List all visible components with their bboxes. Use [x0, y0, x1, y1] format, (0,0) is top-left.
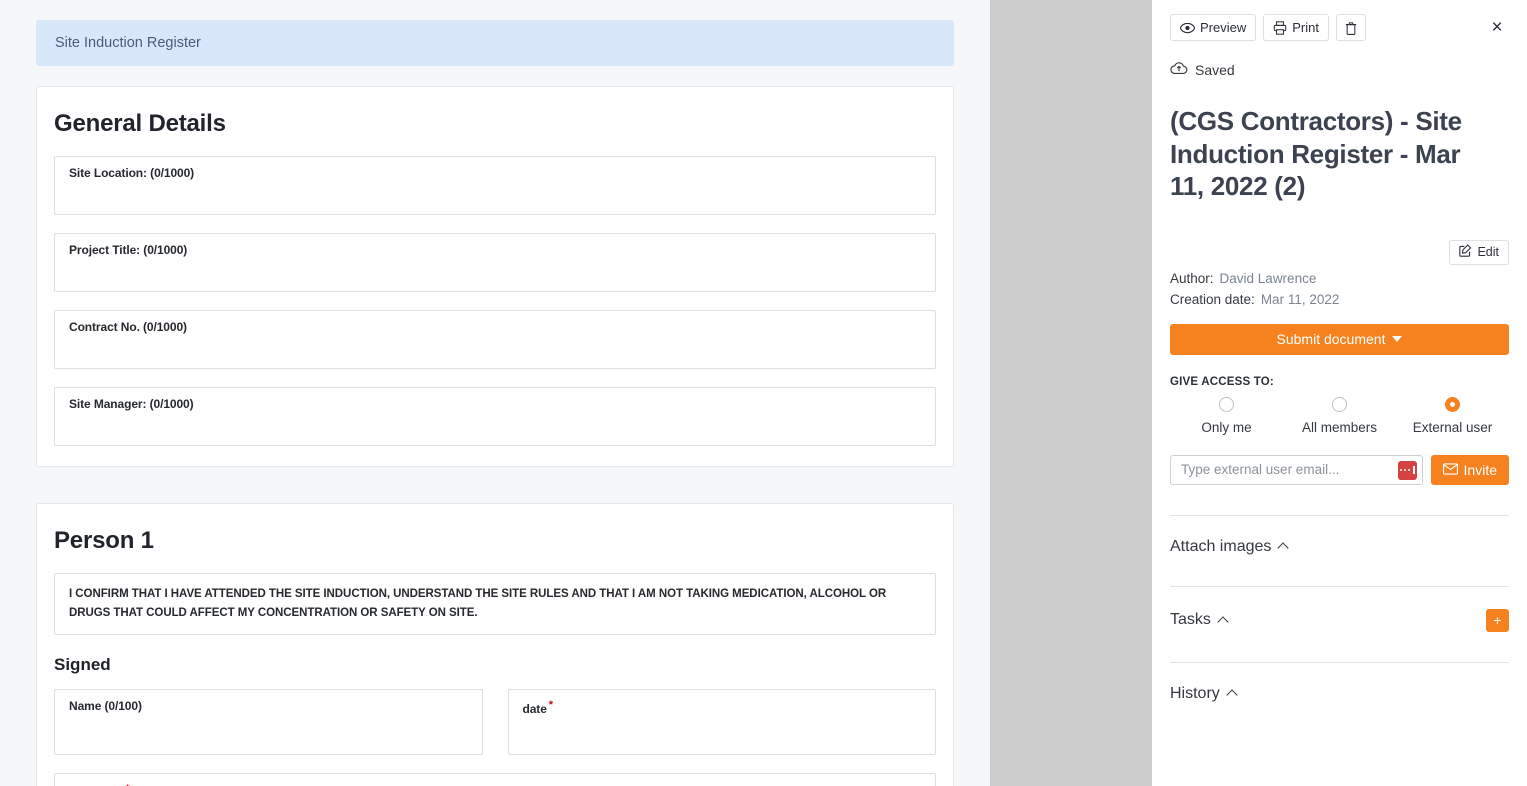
- give-access-label: GIVE ACCESS TO:: [1170, 375, 1274, 388]
- radio-external-user-icon: [1445, 396, 1460, 412]
- field-site-manager[interactable]: Site Manager: (0/1000): [54, 387, 936, 446]
- field-site-manager-label: Site Manager: (0/1000): [69, 397, 194, 411]
- field-site-location[interactable]: Site Location: (0/1000): [54, 156, 936, 215]
- person-1-heading: Person 1: [54, 527, 154, 554]
- access-radio-group: Only me All members External user: [1170, 396, 1509, 435]
- section-tasks: Tasks +: [1170, 585, 1509, 632]
- signed-fields-row: Name (0/100) date *: [54, 689, 936, 773]
- field-contract-no[interactable]: Contract No. (0/1000): [54, 310, 936, 369]
- chevron-up-icon: [1217, 615, 1229, 628]
- external-email-wrapper: [1170, 454, 1423, 485]
- edit-button-label: Edit: [1477, 245, 1499, 259]
- chevron-down-icon: [1392, 336, 1403, 342]
- section-attach-images-title: Attach images: [1170, 537, 1272, 555]
- field-site-location-label: Site Location: (0/1000): [69, 166, 195, 180]
- delete-button[interactable]: [1335, 14, 1366, 41]
- field-contract-no-label: Contract No. (0/1000): [69, 320, 187, 334]
- author-label: Author:: [1170, 270, 1214, 286]
- radio-only-me[interactable]: Only me: [1170, 396, 1283, 435]
- invite-button-label: Invite: [1463, 461, 1497, 478]
- envelope-icon: [1442, 462, 1458, 478]
- external-email-input[interactable]: [1171, 455, 1422, 484]
- edit-row: Edit: [1170, 239, 1509, 265]
- person-1-card: Person 1 I CONFIRM THAT I HAVE ATTENDED …: [36, 503, 954, 786]
- add-task-button[interactable]: +: [1486, 608, 1509, 632]
- radio-only-me-label: Only me: [1201, 419, 1252, 435]
- radio-all-members-label: All members: [1301, 419, 1377, 435]
- modal-backdrop[interactable]: [990, 0, 1152, 786]
- field-date-label: date *: [522, 699, 554, 717]
- field-project-title[interactable]: Project Title: (0/1000): [54, 233, 936, 292]
- close-panel-button[interactable]: ×: [1485, 14, 1509, 40]
- document-banner: Site Induction Register: [36, 20, 954, 66]
- invite-button[interactable]: Invite: [1430, 454, 1509, 485]
- plus-icon: +: [1493, 612, 1502, 628]
- document-title: (CGS Contractors) - Site Induction Regis…: [1170, 106, 1462, 201]
- save-status-label: Saved: [1195, 61, 1235, 78]
- section-attach-images-toggle[interactable]: Attach images: [1170, 537, 1290, 556]
- close-icon: ×: [1491, 16, 1503, 38]
- password-manager-icon[interactable]: [1397, 460, 1417, 480]
- signed-heading: Signed: [54, 655, 111, 675]
- printer-icon: [1273, 20, 1287, 35]
- submit-document-button[interactable]: Submit document: [1170, 323, 1509, 355]
- document-form-area: Site Induction Register General Details …: [0, 0, 990, 786]
- chevron-up-icon: [1277, 542, 1290, 554]
- section-history-toggle[interactable]: History: [1170, 684, 1238, 703]
- section-attach-images: Attach images: [1170, 514, 1509, 556]
- cloud-upload-icon: [1170, 61, 1188, 78]
- app-root: Site Induction Register General Details …: [0, 0, 1527, 786]
- field-date[interactable]: date *: [507, 689, 936, 756]
- author-row: Author: David Lawrence: [1170, 271, 1509, 286]
- field-name-label: Name (0/100): [69, 699, 142, 714]
- preview-button-label: Preview: [1200, 20, 1247, 35]
- submit-document-label: Submit document: [1276, 331, 1386, 347]
- radio-only-me-icon: [1219, 396, 1234, 412]
- preview-button[interactable]: Preview: [1170, 14, 1257, 41]
- radio-all-members[interactable]: All members: [1283, 396, 1396, 435]
- creation-date-row: Creation date: Mar 11, 2022: [1170, 292, 1509, 307]
- document-details-panel: Preview Print × Saved (CGS Contractors) …: [1152, 0, 1527, 786]
- save-status: Saved: [1170, 61, 1509, 78]
- section-history-title: History: [1170, 684, 1220, 702]
- section-tasks-title: Tasks: [1170, 611, 1211, 628]
- pencil-square-icon: [1459, 244, 1472, 260]
- author-value: David Lawrence: [1219, 270, 1317, 286]
- confirmation-statement-text: I CONFIRM THAT I HAVE ATTENDED THE SITE …: [69, 588, 887, 619]
- trash-icon: [1345, 21, 1357, 35]
- panel-toolbar: Preview Print ×: [1170, 0, 1509, 41]
- creation-date-value: Mar 11, 2022: [1260, 291, 1340, 307]
- eye-icon: [1180, 22, 1195, 34]
- chevron-up-icon: [1226, 689, 1238, 701]
- document-banner-label: Site Induction Register: [55, 35, 201, 51]
- general-details-heading: General Details: [54, 110, 226, 137]
- creation-date-label: Creation date:: [1170, 291, 1255, 307]
- section-tasks-toggle[interactable]: Tasks: [1170, 611, 1229, 629]
- general-details-card: General Details Site Location: (0/1000) …: [36, 86, 954, 467]
- field-signature[interactable]: Signature*: [54, 773, 936, 786]
- radio-all-members-icon: [1332, 396, 1347, 412]
- print-button[interactable]: Print: [1263, 14, 1329, 41]
- date-required-asterisk: *: [548, 699, 553, 712]
- field-project-title-label: Project Title: (0/1000): [69, 243, 188, 257]
- field-name[interactable]: Name (0/100): [54, 689, 483, 756]
- radio-external-user[interactable]: External user: [1396, 396, 1509, 435]
- print-button-label: Print: [1292, 20, 1319, 35]
- radio-external-user-label: External user: [1412, 419, 1493, 435]
- invite-row: Invite: [1170, 454, 1509, 485]
- confirmation-statement-box: I CONFIRM THAT I HAVE ATTENDED THE SITE …: [54, 573, 936, 636]
- edit-button[interactable]: Edit: [1449, 239, 1509, 265]
- section-history: History: [1170, 661, 1509, 703]
